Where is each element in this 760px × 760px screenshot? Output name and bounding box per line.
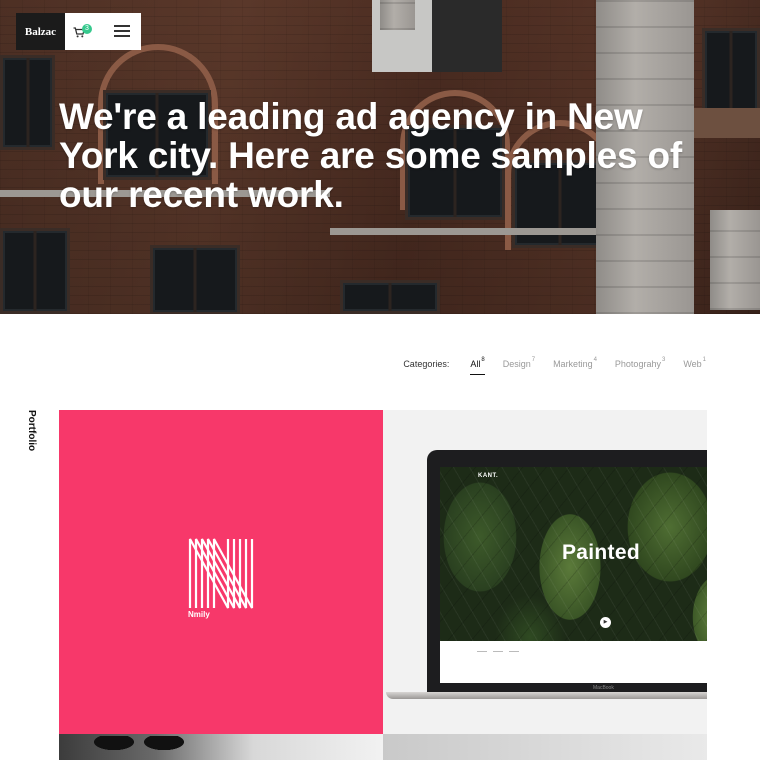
filter-photography[interactable]: Photograhy3 xyxy=(615,356,665,374)
portfolio-item-caption: Nmily xyxy=(188,610,210,619)
portfolio-side-label: Portfolio xyxy=(23,410,37,456)
device-label: MacBook xyxy=(593,685,614,691)
filter-count: 8 xyxy=(481,357,485,363)
categories-label: Categories: xyxy=(403,359,450,369)
portfolio-item-nmily[interactable]: Nmily xyxy=(59,410,383,734)
screen-brand: KANT. xyxy=(478,473,499,479)
category-filters: Categories: All8 Design7 Marketing4 Phot… xyxy=(403,356,706,378)
filter-label: Marketing xyxy=(553,359,593,369)
screen-nav xyxy=(477,651,519,652)
filter-all[interactable]: All8 xyxy=(470,356,485,375)
cart-count-badge: 3 xyxy=(82,24,92,34)
filter-marketing[interactable]: Marketing4 xyxy=(553,356,597,374)
hero-headline: We're a leading ad agency in New York ci… xyxy=(59,96,682,215)
laptop-base xyxy=(386,692,707,699)
portfolio-item-portrait[interactable] xyxy=(59,734,383,760)
filter-count: 1 xyxy=(702,357,706,363)
laptop-mockup: KANT. Painted ▶ xyxy=(427,450,707,694)
portfolio-item-grey[interactable] xyxy=(383,734,707,760)
header-toolbar: 3 xyxy=(65,13,141,50)
filter-label: Design xyxy=(502,359,531,369)
filter-label: All xyxy=(470,359,481,369)
filter-count: 4 xyxy=(593,357,597,363)
nmily-n-logo-icon xyxy=(188,538,254,609)
filter-count: 3 xyxy=(661,357,666,363)
filter-count: 7 xyxy=(531,357,536,363)
filter-web[interactable]: Web1 xyxy=(683,356,706,374)
hamburger-menu-button[interactable] xyxy=(114,25,130,39)
laptop-screen: KANT. Painted ▶ xyxy=(440,467,707,683)
portfolio-item-painted[interactable]: KANT. Painted ▶ MacBook xyxy=(383,410,707,734)
filter-label: Web xyxy=(683,359,702,369)
brand-logo[interactable]: Balzac xyxy=(16,13,65,50)
filter-label: Photograhy xyxy=(614,359,661,369)
play-icon: ▶ xyxy=(600,617,611,628)
portfolio-label-text: Portfolio xyxy=(26,410,37,452)
screen-title: Painted xyxy=(562,541,640,564)
hamburger-menu-icon xyxy=(114,25,130,37)
sunglasses-image xyxy=(89,736,189,750)
filter-design[interactable]: Design7 xyxy=(503,356,535,374)
